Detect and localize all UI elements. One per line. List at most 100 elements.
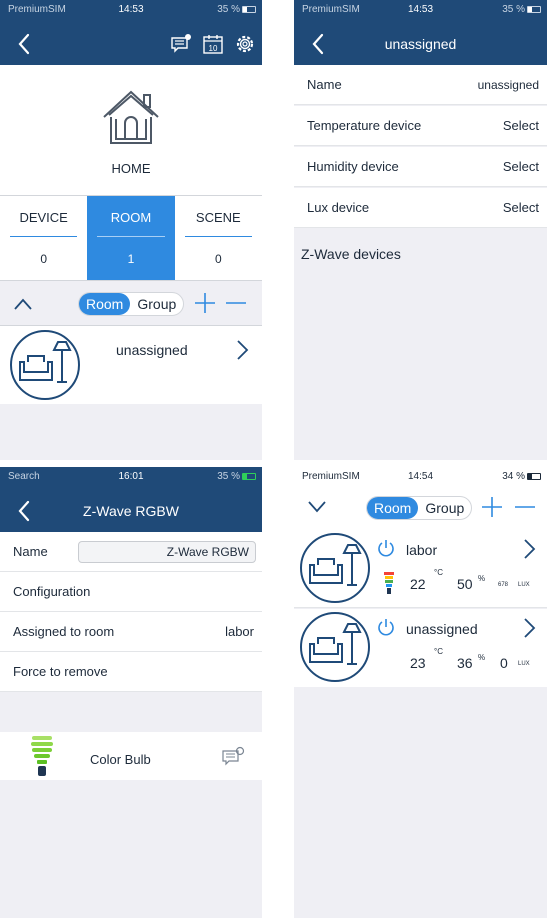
gear-icon[interactable] — [234, 33, 256, 55]
humidity-value: 50 — [457, 576, 473, 592]
row-label: Temperature device — [307, 118, 422, 133]
row-label: Configuration — [13, 584, 91, 599]
tab-count: 0 — [40, 252, 47, 266]
bulb-icon — [31, 736, 53, 776]
configuration-row[interactable]: Configuration — [0, 572, 262, 612]
battery-percent: 35 % — [217, 471, 240, 482]
device-settings-icon[interactable] — [221, 746, 245, 768]
tab-scene[interactable]: SCENE 0 — [174, 196, 262, 280]
status-bar: PremiumSIM 14:53 35 % — [294, 0, 547, 18]
chevron-down-icon[interactable] — [306, 497, 328, 515]
row-label: Force to remove — [13, 664, 108, 679]
row-value: unassigned — [477, 78, 539, 92]
room-name: labor — [406, 542, 438, 558]
home-header: HOME — [0, 65, 262, 195]
color-bulb-icon — [384, 572, 394, 594]
armchair-lamp-icon — [19, 341, 72, 383]
room-detail-screen: PremiumSIM 14:53 35 % unassigned Name un… — [294, 0, 547, 460]
battery-icon — [527, 6, 541, 13]
temperature-value: 22 — [410, 576, 426, 592]
temperature-unit: °C — [434, 568, 443, 577]
calendar-icon[interactable]: 10 — [202, 33, 224, 55]
row-label: Assigned to room — [13, 624, 115, 639]
power-icon[interactable] — [376, 538, 396, 558]
chevron-right-icon[interactable] — [235, 339, 249, 361]
device-name: Color Bulb — [90, 752, 151, 767]
lux-device-row[interactable]: Lux device Select — [294, 188, 547, 228]
room-avatar — [10, 330, 80, 400]
device-detail-screen: Search 16:01 35 % Z-Wave RGBW Name Z-Wav… — [0, 467, 262, 918]
segment-room[interactable]: Room — [79, 293, 131, 315]
room-list-item[interactable]: labor 22 °C 50 % 678 LUX — [294, 530, 547, 608]
chevron-up-icon[interactable] — [12, 295, 34, 313]
tab-count: 1 — [127, 252, 135, 266]
message-settings-icon[interactable] — [170, 33, 192, 55]
battery-percent: 35 % — [502, 4, 525, 15]
humidity-unit: % — [478, 653, 486, 662]
svg-text:10: 10 — [209, 44, 218, 53]
page-title: Z-Wave RGBW — [83, 503, 179, 519]
battery-icon — [527, 473, 541, 480]
section-header: Z-Wave devices — [301, 246, 401, 262]
room-group-toggle: Room Group — [366, 496, 473, 520]
select-link[interactable]: Select — [503, 159, 539, 174]
tab-divider — [97, 236, 165, 237]
room-list-item[interactable]: unassigned 23 °C 36 % 0 LUX — [294, 609, 547, 687]
select-link[interactable]: Select — [503, 118, 539, 133]
plus-icon[interactable] — [480, 495, 504, 519]
temperature-device-row[interactable]: Temperature device Select — [294, 106, 547, 146]
tab-divider — [184, 236, 252, 237]
battery-percent: 34 % — [502, 471, 525, 482]
chevron-right-icon[interactable] — [522, 617, 536, 639]
temperature-value: 23 — [410, 655, 426, 671]
tab-room[interactable]: ROOM 1 — [87, 196, 175, 280]
power-icon[interactable] — [376, 617, 396, 637]
armchair-lamp-icon — [309, 623, 362, 665]
minus-icon[interactable] — [224, 291, 248, 315]
home-screen: PremiumSIM 14:53 35 % 10 HOME DEVICE 0 R… — [0, 0, 262, 460]
name-field[interactable]: Z-Wave RGBW — [78, 541, 256, 563]
room-list-item[interactable]: unassigned — [0, 326, 262, 404]
name-row[interactable]: Name unassigned — [294, 65, 547, 105]
temperature-unit: °C — [434, 647, 443, 656]
device-card[interactable]: Color Bulb — [0, 732, 262, 780]
minus-icon[interactable] — [513, 495, 537, 519]
room-avatar — [300, 533, 370, 603]
status-bar: Search 16:01 35 % — [0, 467, 262, 485]
row-label: Humidity device — [307, 159, 399, 174]
row-label: Name — [307, 77, 342, 92]
row-value: labor — [225, 624, 254, 639]
segment-group[interactable]: Group — [418, 497, 471, 519]
battery-icon — [242, 473, 256, 480]
humidity-value: 36 — [457, 655, 473, 671]
lux-unit: LUX — [518, 582, 530, 588]
plus-icon[interactable] — [193, 291, 217, 315]
tab-device[interactable]: DEVICE 0 — [0, 196, 88, 280]
segment-room[interactable]: Room — [367, 497, 419, 519]
nav-bar: PremiumSIM 14:53 35 % unassigned — [294, 0, 547, 65]
back-chevron-icon[interactable] — [16, 32, 32, 56]
humidity-unit: % — [478, 574, 486, 583]
battery-icon — [242, 6, 256, 13]
rooms-screen: PremiumSIM 14:54 34 % Room Group labor 2… — [294, 467, 547, 918]
tab-label: DEVICE — [19, 210, 68, 225]
humidity-device-row[interactable]: Humidity device Select — [294, 147, 547, 187]
tab-label: SCENE — [195, 210, 241, 225]
force-remove-row[interactable]: Force to remove — [0, 652, 262, 692]
lux-value: 678 — [498, 582, 509, 588]
row-label: Lux device — [307, 200, 370, 215]
segment-group[interactable]: Group — [130, 293, 183, 315]
assigned-room-row[interactable]: Assigned to room labor — [0, 612, 262, 652]
room-group-toggle: Room Group — [78, 292, 185, 316]
tab-divider — [10, 236, 78, 237]
select-link[interactable]: Select — [503, 200, 539, 215]
nav-bar: PremiumSIM 14:53 35 % 10 — [0, 0, 262, 65]
room-name: unassigned — [406, 621, 478, 637]
battery-percent: 35 % — [217, 4, 240, 15]
room-list-toolbar: Room Group — [0, 280, 262, 326]
page-title: unassigned — [384, 36, 457, 52]
tab-count: 0 — [214, 252, 222, 266]
empty-area — [0, 404, 262, 460]
toolbar: 10 — [170, 33, 256, 55]
chevron-right-icon[interactable] — [522, 538, 536, 560]
